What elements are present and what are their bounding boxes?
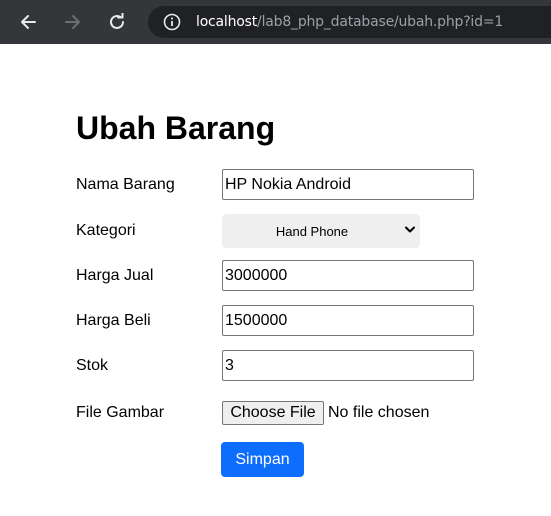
url-host: localhost bbox=[196, 14, 258, 30]
kategori-select[interactable]: Hand Phone bbox=[222, 214, 420, 248]
stok-input[interactable] bbox=[222, 350, 474, 381]
forward-button[interactable] bbox=[58, 7, 88, 37]
page-title: Ubah Barang bbox=[76, 110, 276, 146]
file-gambar-label: File Gambar bbox=[76, 404, 165, 421]
file-status-text: No file chosen bbox=[328, 404, 430, 421]
nama-barang-input[interactable] bbox=[222, 169, 474, 200]
browser-toolbar: localhost/lab8_php_database/ubah.php?id=… bbox=[0, 0, 551, 44]
harga-beli-label: Harga Beli bbox=[76, 312, 151, 329]
url-path: /lab8_php_database/ubah.php?id=1 bbox=[257, 14, 504, 30]
back-button[interactable] bbox=[13, 7, 43, 37]
harga-jual-input[interactable] bbox=[222, 260, 474, 291]
stok-label: Stok bbox=[76, 357, 109, 374]
kategori-selected-value: Hand Phone bbox=[275, 223, 349, 239]
arrow-right-icon bbox=[65, 15, 80, 29]
harga-jual-label: Harga Jual bbox=[76, 267, 154, 284]
reload-icon bbox=[110, 13, 124, 29]
address-bar[interactable]: localhost/lab8_php_database/ubah.php?id=… bbox=[148, 6, 551, 38]
chevron-down-icon bbox=[405, 226, 415, 233]
harga-beli-input[interactable] bbox=[222, 305, 474, 336]
choose-file-button[interactable]: Choose File bbox=[222, 401, 324, 425]
reload-button[interactable] bbox=[102, 7, 132, 37]
info-icon[interactable] bbox=[162, 12, 182, 32]
simpan-button[interactable]: Simpan bbox=[221, 442, 304, 477]
url-text[interactable]: localhost/lab8_php_database/ubah.php?id=… bbox=[196, 14, 503, 30]
kategori-label: Kategori bbox=[76, 222, 136, 239]
arrow-left-icon bbox=[21, 15, 36, 29]
nama-barang-label: Nama Barang bbox=[76, 176, 175, 193]
